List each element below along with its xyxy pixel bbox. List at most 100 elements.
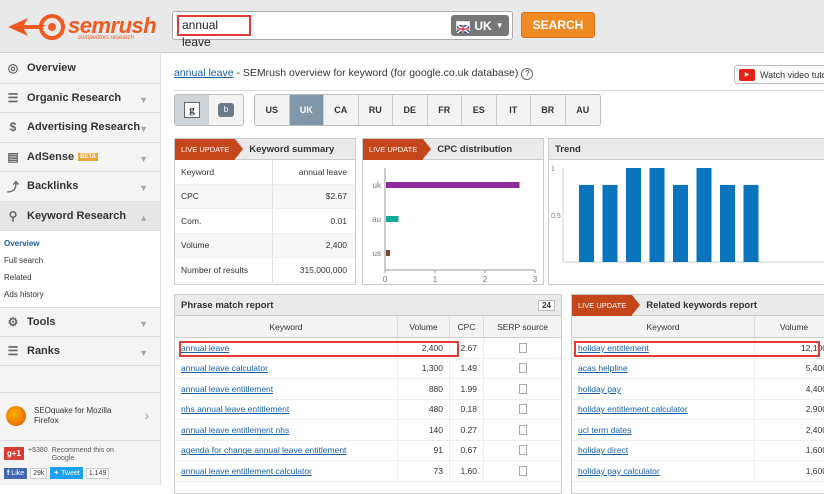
trend-bar[interactable]: [743, 184, 759, 262]
keyword-link[interactable]: holiday pay calculator: [578, 466, 660, 476]
serp-source-cell[interactable]: [484, 420, 561, 440]
seoquake-promo[interactable]: SEOquake for Mozilla Firefox ›: [0, 392, 161, 438]
keyword-link[interactable]: annual leave: [174, 67, 234, 79]
cpc-bar[interactable]: [386, 250, 390, 256]
document-icon[interactable]: [518, 383, 527, 394]
serp-source-cell[interactable]: [484, 441, 561, 461]
column-header-volume[interactable]: Volume: [755, 316, 824, 337]
keyword-cell[interactable]: nhs annual leave entitlement: [175, 399, 398, 419]
live-update-badge[interactable]: LIVE UPDATE: [363, 138, 432, 160]
keyword-link[interactable]: annual leave: [181, 343, 229, 353]
google-plus-button[interactable]: g+1: [4, 447, 25, 460]
cpc-bar[interactable]: [386, 182, 520, 188]
document-icon[interactable]: [518, 445, 527, 456]
document-icon[interactable]: [518, 342, 527, 353]
sidebar-item-advertising-research[interactable]: $ Advertising Research ▼: [0, 113, 160, 143]
serp-source-cell[interactable]: [484, 461, 561, 481]
db-tab-de[interactable]: DE: [393, 95, 428, 125]
help-icon[interactable]: ?: [521, 68, 534, 80]
engine-bing[interactable]: b: [209, 95, 243, 125]
keyword-cell[interactable]: annual leave calculator: [175, 358, 398, 378]
sidebar-item-ranks[interactable]: ☰ Ranks ▼: [0, 337, 160, 366]
serp-source-cell[interactable]: [484, 359, 561, 379]
keyword-cell[interactable]: holiday pay calculator: [572, 461, 755, 481]
engine-google[interactable]: g: [175, 95, 209, 125]
keyword-cell[interactable]: holiday pay: [572, 379, 755, 399]
keyword-link[interactable]: annual leave entitlement: [181, 384, 273, 394]
keyword-link[interactable]: holiday entitlement calculator: [578, 404, 688, 414]
sidebar-item-tools[interactable]: ⚙ Tools ▼: [0, 307, 160, 337]
facebook-like-button[interactable]: f Like: [4, 467, 28, 479]
firefox-icon: [6, 405, 26, 426]
table-header: Keyword Volume CPC SERP source: [175, 316, 561, 338]
db-tab-us[interactable]: US: [255, 95, 290, 125]
keyword-cell[interactable]: holiday entitlement calculator: [572, 399, 755, 419]
database-select[interactable]: UK ▼: [451, 15, 509, 36]
submenu-full-search[interactable]: Full search: [0, 252, 160, 269]
keyword-cell[interactable]: annual leave entitlement: [175, 379, 398, 399]
keyword-cell[interactable]: annual leave entitlement calculator: [175, 461, 398, 481]
semrush-logo[interactable]: semrush competitors research: [6, 12, 157, 42]
document-icon[interactable]: [518, 363, 527, 374]
document-icon[interactable]: [518, 465, 527, 476]
trend-bar[interactable]: [626, 168, 641, 262]
column-header-keyword[interactable]: Keyword: [572, 316, 755, 337]
trend-bar[interactable]: [649, 168, 665, 262]
db-tab-au[interactable]: AU: [565, 95, 600, 125]
keyword-cell[interactable]: agenda for change annual leave entitleme…: [175, 440, 398, 460]
column-header-keyword[interactable]: Keyword: [175, 316, 398, 337]
keyword-link[interactable]: holiday entitlement: [578, 343, 649, 353]
keyword-cell[interactable]: annual leave entitlement nhs: [175, 420, 398, 440]
column-header-cpc[interactable]: CPC: [450, 316, 484, 337]
column-header-volume[interactable]: Volume: [398, 316, 450, 337]
keyword-link[interactable]: nhs annual leave entitlement: [181, 404, 289, 414]
keyword-link[interactable]: ucl term dates: [578, 425, 631, 435]
serp-source-cell[interactable]: [484, 338, 561, 358]
keyword-cell[interactable]: ucl term dates: [572, 420, 755, 440]
keyword-cell[interactable]: acas helpline: [572, 358, 755, 378]
db-tab-fr[interactable]: FR: [427, 95, 462, 125]
submenu-overview[interactable]: Overview: [0, 235, 160, 252]
db-tab-uk[interactable]: UK: [289, 95, 324, 125]
trend-bar[interactable]: [602, 184, 618, 262]
trend-bar[interactable]: [579, 184, 594, 262]
cpc-bar[interactable]: [386, 216, 399, 222]
db-tab-br[interactable]: BR: [531, 95, 566, 125]
db-tab-ru[interactable]: RU: [358, 95, 393, 125]
db-tab-it[interactable]: IT: [496, 95, 531, 125]
sidebar-item-keyword-research[interactable]: ⚲ Keyword Research ▲: [0, 201, 160, 231]
live-update-badge[interactable]: LIVE UPDATE: [175, 138, 244, 160]
sidebar-item-adsense[interactable]: ▤ AdSense BETA ▼: [0, 143, 160, 172]
sidebar-item-overview[interactable]: ◎ Overview: [0, 54, 160, 84]
keyword-cell[interactable]: holiday direct: [572, 440, 755, 460]
db-tab-es[interactable]: ES: [462, 95, 497, 125]
tweet-button[interactable]: ✦ Tweet: [50, 467, 83, 479]
keyword-link[interactable]: agenda for change annual leave entitleme…: [181, 445, 346, 455]
keyword-link[interactable]: holiday direct: [578, 445, 628, 455]
search-input[interactable]: annual leave: [177, 15, 251, 49]
document-icon[interactable]: [518, 404, 527, 415]
serp-source-cell[interactable]: [484, 379, 561, 399]
keyword-link[interactable]: annual leave entitlement calculator: [181, 466, 312, 476]
db-tab-ca[interactable]: CA: [324, 95, 359, 125]
serp-source-cell[interactable]: [484, 400, 561, 420]
keyword-link[interactable]: holiday pay: [578, 384, 621, 394]
live-update-badge[interactable]: LIVE UPDATE: [572, 294, 641, 316]
submenu-ads-history[interactable]: Ads history: [0, 286, 160, 303]
chevron-right-icon: ›: [144, 407, 149, 423]
sidebar-item-backlinks[interactable]: ⤴ Backlinks ▼: [0, 172, 160, 202]
watch-video-button[interactable]: ▶ Watch video tutori: [734, 65, 824, 84]
trend-bar[interactable]: [696, 168, 712, 262]
keyword-link[interactable]: annual leave calculator: [181, 363, 268, 373]
trend-bar[interactable]: [673, 184, 688, 262]
search-button[interactable]: SEARCH: [521, 12, 595, 38]
submenu-related[interactable]: Related: [0, 269, 160, 286]
document-icon[interactable]: [518, 424, 527, 435]
trend-bar[interactable]: [720, 184, 735, 262]
keyword-cell[interactable]: annual leave: [175, 338, 398, 358]
keyword-link[interactable]: acas helpline: [578, 363, 628, 373]
column-header-serp-source[interactable]: SERP source: [484, 316, 561, 337]
keyword-cell[interactable]: holiday entitlement: [572, 338, 755, 358]
sidebar-item-organic-research[interactable]: ☰ Organic Research ▼: [0, 84, 160, 113]
keyword-link[interactable]: annual leave entitlement nhs: [181, 425, 289, 435]
